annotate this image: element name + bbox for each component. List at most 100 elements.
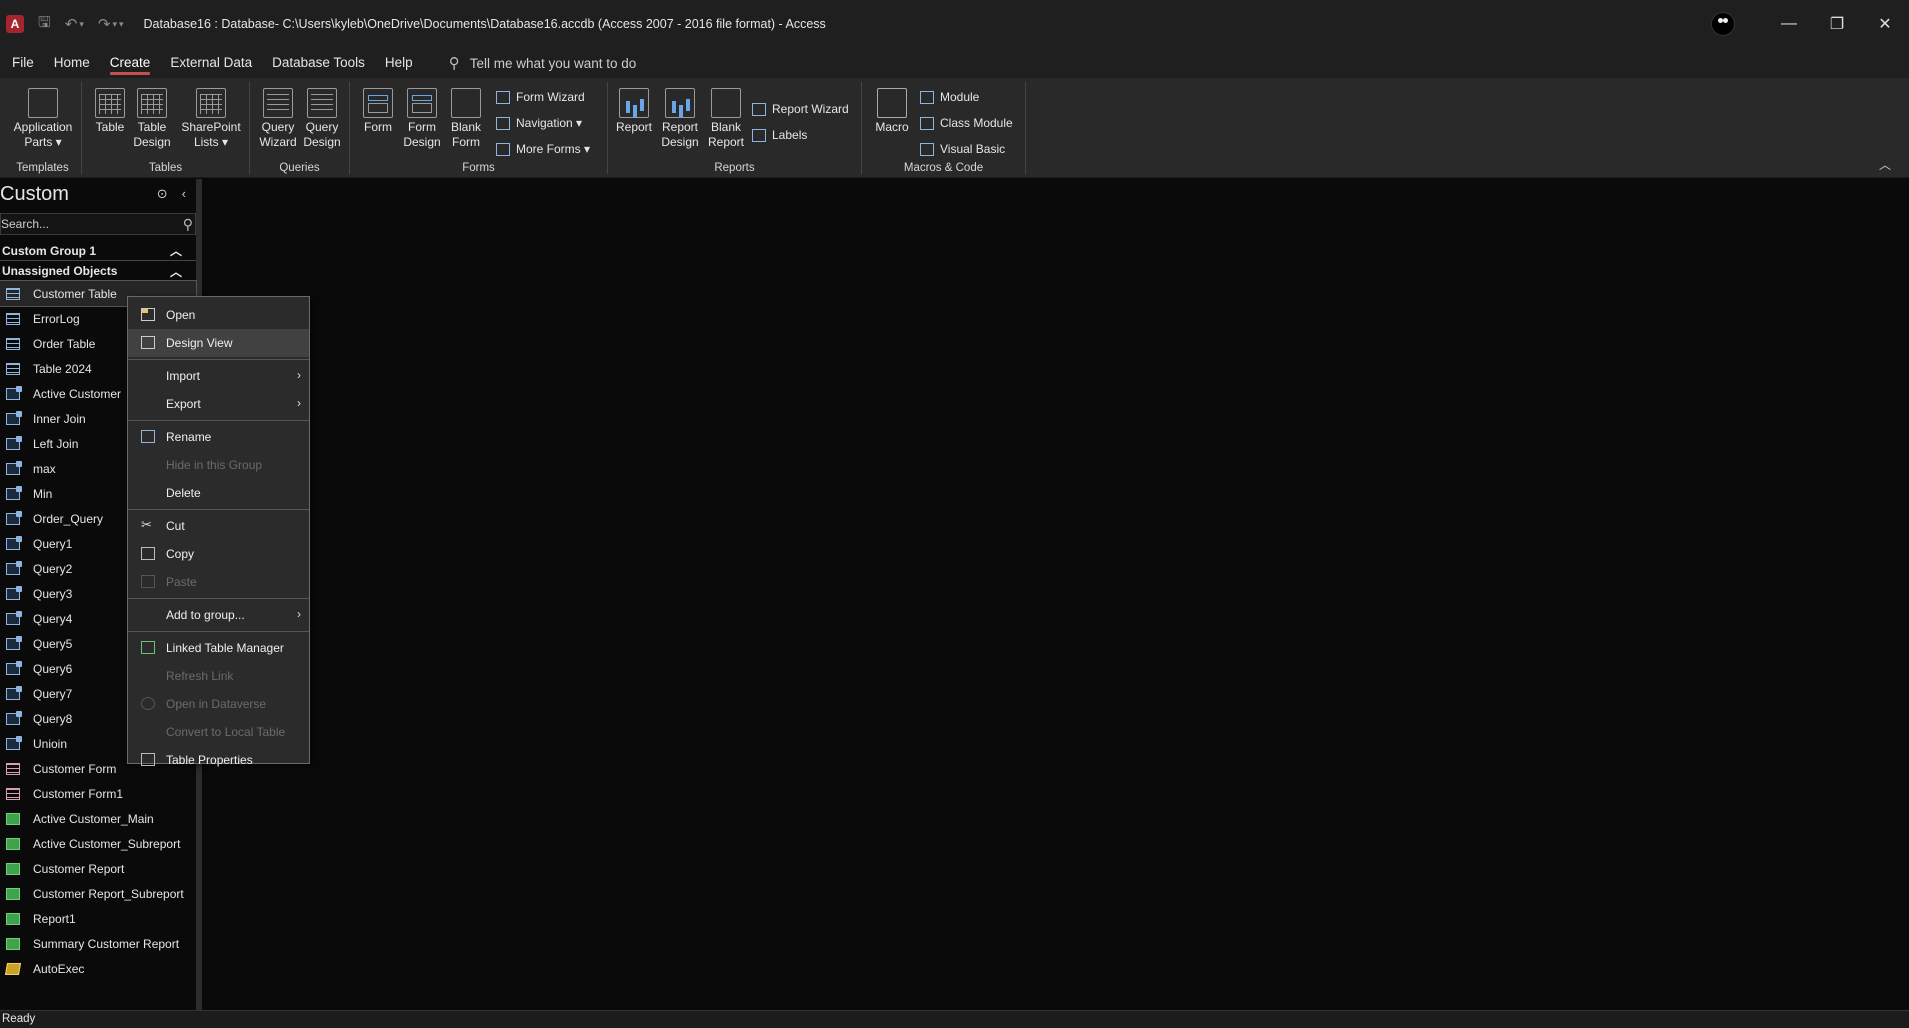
nav-item-label: Customer Form1 [33,786,124,801]
menu-item-import[interactable]: Import › [128,362,309,390]
form-button[interactable]: Form [358,88,398,135]
save-icon[interactable]: 🖫 [38,12,51,37]
report-button[interactable]: Report [614,88,654,135]
close-button[interactable]: ✕ [1861,0,1909,48]
nav-item-label: Customer Report_Subreport [33,886,184,901]
nav-item-report[interactable]: Active Customer_Main [0,806,196,831]
query-design-button[interactable]: Query Design [300,88,344,150]
lightbulb-search-icon: ⚲ [448,55,460,72]
search-icon[interactable]: ⚲ [183,216,193,233]
table-object-icon [6,362,20,375]
blank-report-button[interactable]: Blank Report [704,88,748,150]
nav-item-report[interactable]: Active Customer_Subreport [0,831,196,856]
tab-database-tools[interactable]: Database Tools [262,48,375,78]
labels-button[interactable]: Labels [752,128,807,142]
nav-search-box[interactable]: Search... ⚲ [0,213,196,235]
report-object-icon [6,812,20,825]
menu-item-copy[interactable]: Copy [128,540,309,568]
copy-icon [141,547,155,560]
labels-icon [752,128,766,142]
access-logo-icon[interactable]: A [6,15,24,33]
nav-item-report[interactable]: Customer Report [0,856,196,881]
menu-item-delete[interactable]: Delete [128,479,309,507]
nav-item-report[interactable]: Report1 [0,906,196,931]
menu-item-open[interactable]: Open [128,301,309,329]
account-avatar[interactable] [1711,12,1735,36]
blank-form-button[interactable]: Blank Form [446,88,486,150]
table-object-icon [6,287,20,300]
nav-item-macro[interactable]: AutoExec [0,956,196,981]
query-wizard-icon [263,88,293,118]
macro-object-icon [4,962,22,975]
group-label: Forms [462,162,495,174]
menu-item-design-view[interactable]: Design View [128,329,309,357]
menu-item-convert-to-local-table: Convert to Local Table [166,725,286,739]
tab-external-data[interactable]: External Data [160,48,262,78]
nav-search-input[interactable]: Search... [1,217,49,231]
nav-item-label: Active Customer [33,386,122,401]
undo-icon[interactable]: ↶ [65,15,78,33]
nav-item-label: Order_Query [33,511,104,526]
nav-item-label: Table 2024 [33,361,92,376]
menu-item-hide-in-group: Hide in this Group [166,458,263,472]
report-design-button[interactable]: Report Design [658,88,702,150]
nav-item-label: Unioin [33,736,68,751]
form-wizard-button[interactable]: Form Wizard [496,90,585,104]
report-wizard-button[interactable]: Report Wizard [752,102,849,116]
shutter-bar-close-icon[interactable]: ‹ [182,186,186,202]
restore-button[interactable]: ❐ [1813,0,1861,48]
menu-item-rename[interactable]: Rename [128,423,309,451]
nav-menu-dropdown-icon[interactable]: ⊙ [157,186,168,202]
nav-item-report[interactable]: Summary Customer Report [0,931,196,956]
more-forms-button[interactable]: More Forms ▾ [496,142,590,156]
customize-qat-icon[interactable]: ▾ [119,19,124,30]
paste-icon [141,575,155,588]
report-object-icon [6,937,20,950]
ribbon-group-templates: Application Parts ▾ Templates [4,82,82,174]
sharepoint-lists-button[interactable]: SharePoint Lists ▾ [178,88,244,150]
tab-help[interactable]: Help [375,48,423,78]
menu-item-cut[interactable]: ✂ Cut [128,512,309,540]
module-button[interactable]: Module [920,90,979,104]
navigation-button[interactable]: Navigation ▾ [496,116,582,130]
nav-item-label: Query6 [33,661,73,676]
menu-item-linked-table-manager[interactable]: Linked Table Manager [128,634,309,662]
minimize-button[interactable]: — [1765,0,1813,48]
ribbon-group-reports: Report Report Design Blank Report Report… [608,82,862,174]
menu-item-add-to-group[interactable]: Add to group... › [128,601,309,629]
tab-home[interactable]: Home [44,48,100,78]
redo-dropdown-icon[interactable]: ▾ [112,19,117,30]
application-parts-button[interactable]: Application Parts ▾ [10,88,76,150]
nav-group-custom-group-1[interactable]: Custom Group 1 ︿ [0,241,196,261]
nav-title[interactable]: Custom [0,183,69,206]
nav-item-label: ErrorLog [33,311,80,326]
report-object-icon [6,862,20,875]
tab-file[interactable]: File [2,48,44,78]
redo-icon[interactable]: ↷ [98,15,111,33]
class-module-button[interactable]: Class Module [920,116,1013,130]
macro-button[interactable]: Macro [872,88,912,135]
nav-item-form[interactable]: Customer Form1 [0,781,196,806]
query-object-icon [6,510,22,525]
table-design-button[interactable]: Table Design [132,88,172,150]
collapse-ribbon-icon[interactable]: ︿ [1879,156,1891,173]
title-bar: A 🖫 ↶ ▾ ↷ ▾ ▾ Database16 : Database- C:\… [0,0,1909,48]
menu-item-table-properties[interactable]: Table Properties [128,746,309,774]
form-design-button[interactable]: Form Design [402,88,442,150]
table-properties-icon [141,753,155,766]
report-wizard-icon [752,102,766,116]
visual-basic-button[interactable]: Visual Basic [920,142,1005,156]
blank-form-icon [451,88,481,118]
query-wizard-button[interactable]: Query Wizard [256,88,300,150]
nav-item-report[interactable]: Customer Report_Subreport [0,881,196,906]
table-button[interactable]: Table [90,88,130,135]
tab-create[interactable]: Create [100,48,161,78]
undo-dropdown-icon[interactable]: ▾ [79,19,84,30]
tell-me-search[interactable]: ⚲ Tell me what you want to do [449,54,637,72]
nav-item-label: Query8 [33,711,73,726]
nav-group-unassigned-objects[interactable]: Unassigned Objects ︿ [0,261,196,281]
sharepoint-lists-icon [196,88,226,118]
query-object-icon [6,685,22,700]
menu-item-export[interactable]: Export › [128,390,309,418]
menu-item-paste: Paste [128,568,309,596]
